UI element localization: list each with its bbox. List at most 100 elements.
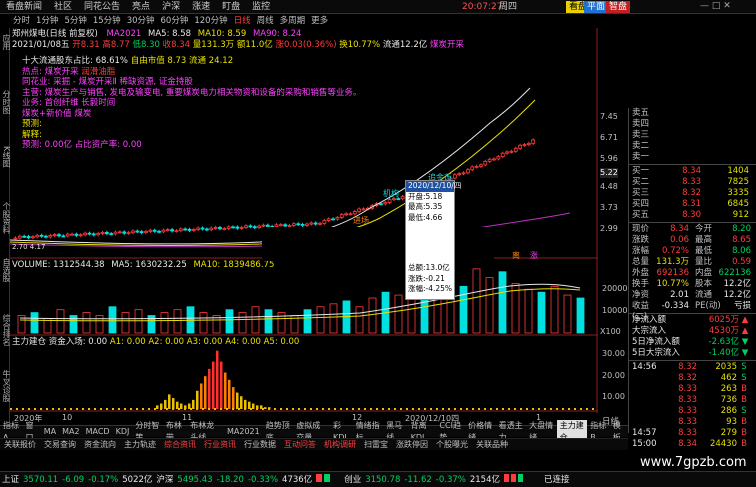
ask-price (659, 108, 701, 119)
sh-value: 3570.11 (23, 474, 59, 485)
tick-flag: S (741, 362, 747, 372)
stat-value: 12.2亿 (723, 290, 751, 300)
info-tab[interactable]: 交易查询 (40, 439, 80, 451)
period-bar: 分时 1分钟 5分钟 15分钟 30分钟 60分钟 120分钟 日线 周线 多周期 更多 (10, 15, 620, 28)
note-hot2: 润滑油脂 (81, 66, 116, 77)
candle-body (348, 213, 353, 216)
candle-body (113, 231, 118, 235)
info-tab[interactable]: 互动问答 (280, 439, 320, 451)
candle-body (65, 233, 70, 237)
volume-header: VOLUME: 1312544.38 MA5: 1630232.25 MA10:… (12, 260, 274, 270)
top-menu-item[interactable]: 社区 (48, 0, 78, 14)
sz-label[interactable]: 沪深 (154, 472, 175, 487)
flow-row[interactable]: 大宗流入 4530万 ▲ (629, 326, 756, 337)
fund-a3: A3: 0.00 (186, 337, 223, 347)
info-tab[interactable]: 机构调研 (320, 439, 360, 451)
top-menu-item[interactable]: 沪深 (156, 0, 186, 14)
info-tab[interactable]: 扫雷宝 (360, 439, 392, 451)
fund-tick: 10.00 (602, 392, 625, 401)
info-tab[interactable]: 关联品种 (472, 439, 512, 451)
candle-body (378, 203, 383, 206)
tick-price: 8.33 (678, 428, 697, 438)
stats-list: 现价 8.34 今开 8.20 涨跌 0.06 最高 8.65 涨幅 0.72% 最低 8.06 总量 1… (629, 224, 756, 322)
period-tab[interactable]: 30分钟 (124, 15, 158, 28)
period-tab[interactable]: 周线 (254, 15, 277, 28)
flow-row[interactable]: 净流入额 6025万 ▲ (629, 315, 756, 326)
info-tab[interactable]: 行业数据 (240, 439, 280, 451)
stat-row: 涨跌 0.06 最高 8.65 (629, 235, 756, 246)
sh-label[interactable]: 上证 (0, 472, 21, 487)
window-controls[interactable]: — □ ✕ (700, 1, 731, 11)
ask-list: 卖五 卖四 卖三 卖二 卖一 (629, 108, 756, 163)
bid-label: 买一 (632, 166, 650, 176)
info-tab[interactable]: 主力轨迹 (120, 439, 160, 451)
top-menu-item[interactable]: 看盘新闻 (0, 0, 48, 14)
period-tab[interactable]: 1分钟 (33, 15, 61, 28)
flow-row[interactable]: 5日大宗流入 -1.40亿 ▼ (629, 348, 756, 359)
stat-row: 收益(二) -0.334 PE(动) 亏损 (629, 301, 756, 322)
top-menu-item[interactable]: 同花公告 (78, 0, 126, 14)
top-menu-item[interactable]: 盯盘 (216, 0, 246, 14)
ask-volume (701, 108, 751, 119)
flow-value: 4530万 (708, 326, 739, 336)
period-tab[interactable]: 多周期 (277, 15, 309, 28)
volume-bar (394, 294, 403, 334)
tab-weekday: 周四 (499, 2, 518, 12)
volume-bar (147, 315, 156, 334)
tab-zhipan[interactable]: 智盘 (606, 1, 631, 13)
tick-flag: B (741, 428, 747, 438)
tick-row: 8.33 263 B (629, 384, 756, 395)
tick-flag: S (741, 373, 747, 383)
tick-time (629, 373, 663, 384)
candle-body (392, 198, 396, 200)
candle-body (465, 169, 470, 174)
info-tab[interactable]: 涨跌停因 (392, 439, 432, 451)
indicator-tab[interactable]: KDJ (113, 426, 133, 438)
flow-row[interactable]: 5日净流入额 -2.63亿 ▼ (629, 337, 756, 348)
period-tab[interactable]: 日线 (231, 15, 254, 28)
info-tab[interactable]: 行业资讯 (200, 439, 240, 451)
period-tab[interactable]: 5分钟 (61, 15, 89, 28)
period-tab[interactable]: 更多 (308, 15, 331, 28)
period-tab[interactable]: 120分钟 (191, 15, 230, 28)
info-tab[interactable]: 关联报价 (0, 439, 40, 451)
candle-body (322, 220, 327, 224)
candle-body (335, 217, 340, 220)
tick-price: 8.33 (678, 384, 697, 394)
period-tab[interactable]: 15分钟 (90, 15, 124, 28)
stock-notes: 十大流通股东占比: 68.61% 自由市值 8.73 流通 24.12 热点: … (22, 56, 361, 151)
note-industry2: 稀缺资源, 证金持股 (119, 77, 193, 87)
stat-label: 净资 (632, 290, 650, 300)
stat-row: 净资 2.01 流通 12.2亿 (629, 290, 756, 301)
fund-tick: 20.00 (602, 371, 625, 380)
bid-label: 买四 (632, 199, 650, 209)
period-tab[interactable]: 分时 (10, 15, 33, 28)
ask-volume (701, 130, 751, 141)
indicator-tab[interactable]: MA2021 (224, 426, 263, 438)
stat-value: 亏损 (733, 301, 751, 311)
fund-bar (172, 398, 175, 409)
period-tab[interactable]: 60分钟 (158, 15, 192, 28)
indicator-tab[interactable]: MA2 (59, 426, 82, 438)
cy-label[interactable]: 创业 (342, 472, 363, 487)
candle-body (470, 166, 475, 171)
stat-label: 今开 (695, 224, 713, 234)
info-tab[interactable]: 资金流向 (80, 439, 120, 451)
bid-price: 8.30 (682, 210, 701, 220)
vol-tick: 10000 (602, 306, 628, 315)
info-tab[interactable]: 个股曝光 (432, 439, 472, 451)
tab-pingmian[interactable]: 平面 (584, 1, 609, 13)
top-menu-item[interactable]: 监控 (246, 0, 276, 14)
candle-body (213, 226, 218, 229)
price-tick: 6.71 (600, 133, 618, 142)
top-menu-item[interactable]: 涨速 (186, 0, 216, 14)
indicator-tab[interactable]: MA (41, 426, 59, 438)
candle-body (309, 222, 314, 225)
ma5-value: MA5: 8.58 (148, 29, 192, 39)
top-menu-item[interactable]: 亮点 (126, 0, 156, 14)
cy-pct: -0.37% (435, 474, 466, 485)
bid-label: 买三 (632, 188, 650, 198)
sz-amount: 4736亿 (282, 474, 313, 485)
indicator-tab[interactable]: MACD (83, 426, 113, 438)
info-tab[interactable]: 综合资讯 (160, 439, 200, 451)
